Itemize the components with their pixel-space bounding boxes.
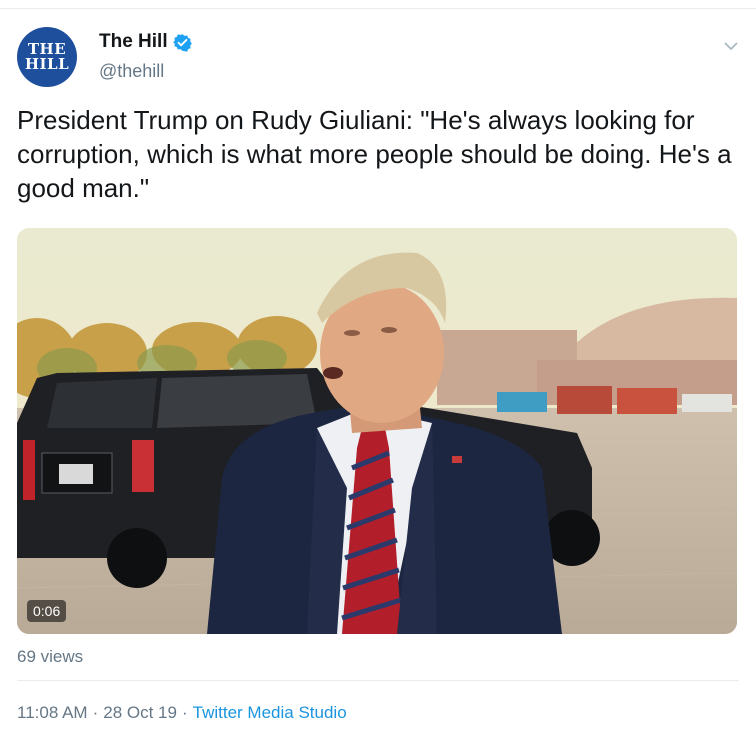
- tweet-time[interactable]: 11:08 AM: [17, 703, 88, 723]
- meta-divider: [17, 680, 739, 681]
- tweet-meta: 11:08 AM · 28 Oct 19 · Twitter Media Stu…: [17, 703, 347, 723]
- top-divider: [0, 8, 756, 9]
- display-name[interactable]: The Hill: [99, 31, 168, 53]
- avatar-text-line2: HILL: [24, 55, 70, 73]
- view-count: 69 views: [17, 647, 84, 666]
- meta-separator: ·: [92, 703, 99, 722]
- tweet-text: President Trump on Rudy Giuliani: "He's …: [17, 105, 732, 203]
- verified-badge-icon: [172, 33, 192, 52]
- video-duration-badge: 0:06: [27, 600, 67, 622]
- video-thumbnail: [17, 228, 737, 634]
- video-player[interactable]: 0:06: [17, 228, 737, 634]
- tweet-date[interactable]: 28 Oct 19: [103, 703, 177, 723]
- author-name-row[interactable]: The Hill: [99, 31, 192, 53]
- handle[interactable]: @thehill: [99, 61, 164, 82]
- meta-separator: ·: [181, 703, 188, 722]
- tweet-source-link[interactable]: Twitter Media Studio: [193, 703, 347, 723]
- chevron-down-icon[interactable]: [724, 38, 738, 51]
- avatar[interactable]: THE HILL: [17, 27, 77, 87]
